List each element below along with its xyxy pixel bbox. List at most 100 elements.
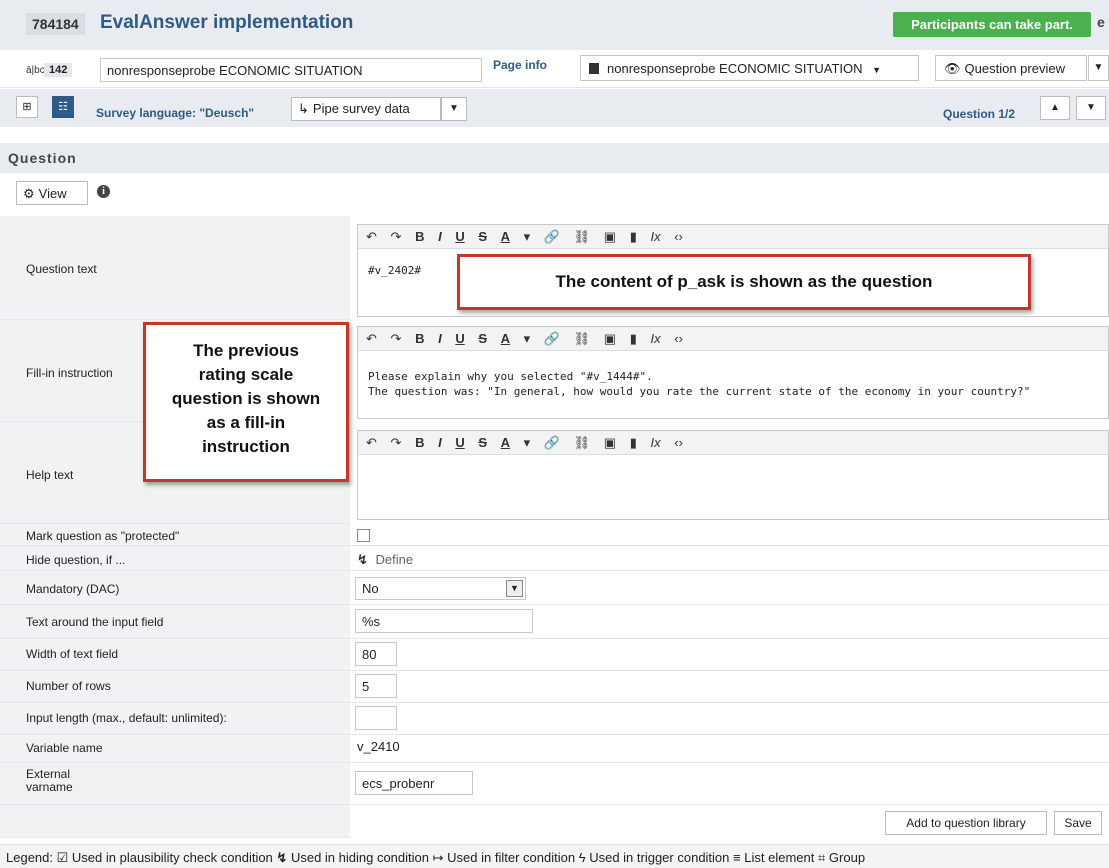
strikethrough-icon[interactable]: S <box>478 327 487 351</box>
unlink-icon[interactable]: ⛓ <box>574 327 591 351</box>
link-icon[interactable]: 🔗 <box>544 327 560 351</box>
italic-icon[interactable]: I <box>438 327 442 351</box>
add-to-library-button[interactable]: Add to question library <box>885 811 1047 835</box>
mandatory-select[interactable]: No ▼ <box>355 577 526 600</box>
italic-icon[interactable]: I <box>438 431 442 455</box>
question-callout: The content of p_ask is shown as the que… <box>457 254 1031 310</box>
bold-icon[interactable]: B <box>415 327 424 351</box>
block-icon[interactable]: ▮ <box>630 431 637 455</box>
hiding-condition-icon: ↯ <box>276 850 288 865</box>
hide-label: Hide question, if ... <box>26 553 126 567</box>
source-code-icon[interactable]: ‹› <box>674 225 683 249</box>
image-icon[interactable]: ▣ <box>604 431 616 455</box>
unlink-icon[interactable]: ⛓ <box>574 225 591 249</box>
editor-toolbar: ↶ ↷ B I U S A ▾ 🔗 ⛓ ▣ ▮ Ix ‹› <box>358 225 1108 249</box>
legend-prefix: Legend: <box>6 850 53 865</box>
page-info-link[interactable]: Page info <box>493 58 547 72</box>
fillin-callout-line: as a fill-in <box>206 413 286 432</box>
block-icon[interactable]: ▮ <box>630 327 637 351</box>
help-text-editor[interactable]: ↶ ↷ B I U S A ▾ 🔗 ⛓ ▣ ▮ Ix ‹› <box>357 430 1109 520</box>
mandatory-value: No <box>362 581 379 596</box>
link-icon[interactable]: 🔗 <box>544 225 560 249</box>
clear-format-icon[interactable]: Ix <box>650 327 660 351</box>
source-code-icon[interactable]: ‹› <box>674 327 683 351</box>
page-name-input[interactable]: nonresponseprobe ECONOMIC SITUATION <box>100 58 482 82</box>
fillin-editor[interactable]: ↶ ↷ B I U S A ▾ 🔗 ⛓ ▣ ▮ Ix ‹› Please exp… <box>357 326 1109 419</box>
underline-icon[interactable]: U <box>455 327 464 351</box>
external-varname-input[interactable]: ecs_probenr <box>355 771 473 795</box>
save-button[interactable]: Save <box>1054 811 1102 835</box>
pipe-survey-data-dropdown[interactable]: ▼ <box>441 97 467 121</box>
rows-input[interactable]: 5 <box>355 674 397 698</box>
link-icon[interactable]: 🔗 <box>544 431 560 455</box>
text-color-icon[interactable]: A <box>501 225 510 249</box>
editor-toolbar: ↶ ↷ B I U S A ▾ 🔗 ⛓ ▣ ▮ Ix ‹› <box>358 431 1108 455</box>
underline-icon[interactable]: U <box>455 431 464 455</box>
legend-item: Used in hiding condition <box>290 850 429 865</box>
question-counter: Question 1/2 <box>943 107 1016 121</box>
define-link[interactable]: ↯ Define <box>357 552 413 568</box>
bold-icon[interactable]: B <box>415 225 424 249</box>
text-around-input[interactable]: %s <box>355 609 533 633</box>
fillin-callout-line: rating scale <box>198 365 294 384</box>
clear-format-icon[interactable]: Ix <box>650 431 660 455</box>
unlink-icon[interactable]: ⛓ <box>574 431 591 455</box>
question-preview-dropdown[interactable]: ▼ <box>1088 55 1109 81</box>
status-badge[interactable]: Participants can take part. <box>893 12 1091 37</box>
define-label: Define <box>375 552 414 567</box>
protected-checkbox[interactable] <box>357 529 370 542</box>
list-element-icon: ≡ <box>733 850 741 865</box>
row-divider <box>0 604 1109 605</box>
survey-title[interactable]: EvalAnswer implementation <box>100 12 353 34</box>
fillin-line-2: The question was: "In general, how would… <box>368 385 1031 398</box>
pipe-survey-data-button[interactable]: ↳ Pipe survey data <box>291 97 441 121</box>
editor-toolbar: ↶ ↷ B I U S A ▾ 🔗 ⛓ ▣ ▮ Ix ‹› <box>358 327 1108 351</box>
status-extra-text: e <box>1097 14 1105 30</box>
source-code-icon[interactable]: ‹› <box>674 431 683 455</box>
previous-question-button[interactable]: ▲ <box>1040 96 1070 120</box>
structure-view-button[interactable]: ☷ <box>52 96 74 118</box>
image-icon[interactable]: ▣ <box>604 225 616 249</box>
group-icon: ⌗ <box>817 850 826 865</box>
text-color-icon[interactable]: A <box>501 327 510 351</box>
page-number-badge: 142 <box>44 63 73 77</box>
legend-item: List element <box>744 850 815 865</box>
undo-icon[interactable]: ↶ <box>366 327 377 351</box>
redo-icon[interactable]: ↷ <box>391 431 402 455</box>
chevron-down-icon[interactable]: ▾ <box>524 225 531 249</box>
row-divider <box>0 570 1109 571</box>
strikethrough-icon[interactable]: S <box>478 225 487 249</box>
chevron-down-icon[interactable]: ▾ <box>524 327 531 351</box>
italic-icon[interactable]: I <box>438 225 442 249</box>
row-divider <box>0 702 1109 703</box>
row-divider <box>0 670 1109 671</box>
chevron-down-icon[interactable]: ▾ <box>524 431 531 455</box>
info-icon[interactable]: i <box>97 185 110 198</box>
chevron-down-icon: ▼ <box>506 580 523 597</box>
view-button[interactable]: ⚙ View <box>16 181 88 205</box>
strikethrough-icon[interactable]: S <box>478 431 487 455</box>
redo-icon[interactable]: ↷ <box>391 225 402 249</box>
view-label: View <box>38 186 67 201</box>
input-length-input[interactable] <box>355 706 397 730</box>
question-preview-button[interactable]: 👁 Question preview <box>935 55 1087 81</box>
undo-icon[interactable]: ↶ <box>366 225 377 249</box>
varname-value: v_2410 <box>357 739 400 754</box>
add-element-button[interactable]: ⊞ <box>16 96 38 118</box>
clear-format-icon[interactable]: Ix <box>650 225 660 249</box>
gear-icon: ⚙ <box>23 186 35 201</box>
undo-icon[interactable]: ↶ <box>366 431 377 455</box>
fillin-callout-line: instruction <box>202 437 290 456</box>
text-color-icon[interactable]: A <box>501 431 510 455</box>
page-select[interactable]: nonresponseprobe ECONOMIC SITUATION ▼ <box>580 55 919 81</box>
survey-language-label[interactable]: Survey language: "Deusch" <box>96 106 254 120</box>
underline-icon[interactable]: U <box>455 225 464 249</box>
image-icon[interactable]: ▣ <box>604 327 616 351</box>
redo-icon[interactable]: ↷ <box>391 327 402 351</box>
bold-icon[interactable]: B <box>415 431 424 455</box>
add-element-icon: ⊞ <box>22 101 32 113</box>
block-icon[interactable]: ▮ <box>630 225 637 249</box>
width-input[interactable]: 80 <box>355 642 397 666</box>
chevron-down-icon: ▼ <box>872 65 882 75</box>
next-question-button[interactable]: ▼ <box>1076 96 1106 120</box>
